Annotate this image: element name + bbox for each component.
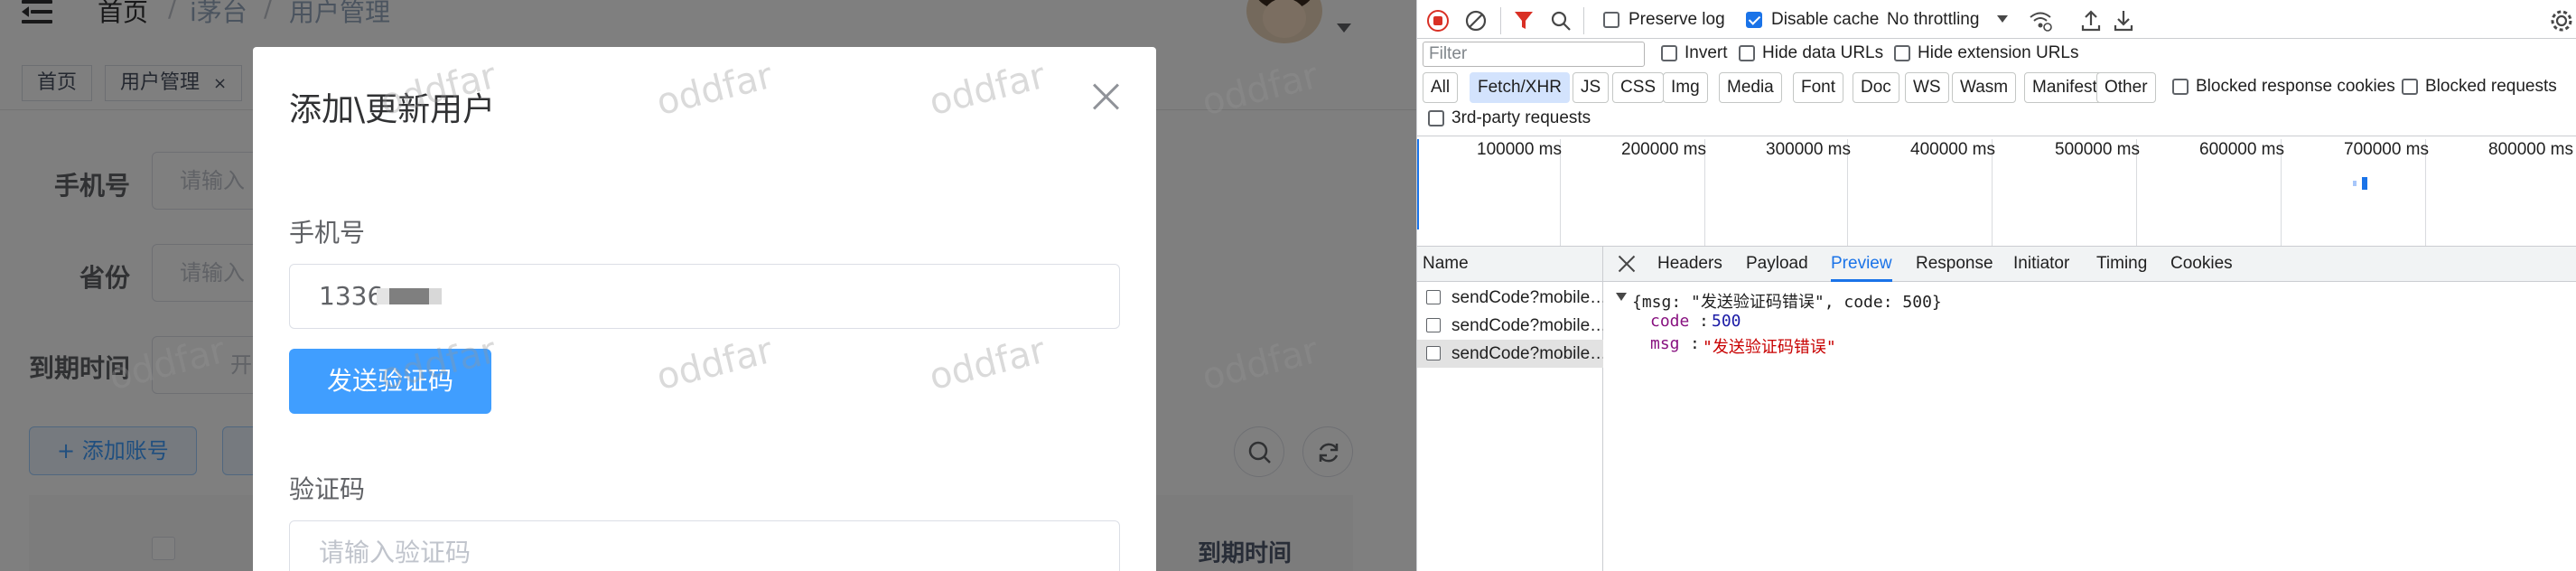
phone-value: 1336 [319,281,384,311]
disable-cache-label: Disable cache [1771,10,1880,29]
preserve-log-checkbox[interactable] [1603,12,1619,28]
timeline-request-bar [2353,181,2357,186]
hide-extension-urls-checkbox[interactable] [1894,45,1910,61]
type-filter-fetch-xhr[interactable]: Fetch/XHR [1470,72,1570,103]
import-har-icon[interactable] [2080,7,2102,33]
filter-icon[interactable] [1513,9,1535,33]
timeline-label: 100000 ms [1477,140,1563,159]
document-icon [1426,290,1441,304]
export-har-icon[interactable] [2113,7,2134,33]
request-list: Name sendCode?mobile… sendCode?mobile… s… [1417,246,1603,571]
search-icon[interactable] [1549,9,1573,33]
preserve-log-label: Preserve log [1629,10,1725,29]
document-icon [1426,346,1441,360]
tab-preview[interactable]: Preview [1831,246,1892,282]
add-update-user-dialog: 添加\更新用户 手机号 1336 发送验证码 验证码 请输入验证码 [253,47,1156,571]
redaction-block [377,288,389,304]
timeline-label: 700000 ms [2344,140,2430,159]
preview-summary[interactable]: {msg: "发送验证码错误", code: 500} [1632,289,1942,313]
timeline-selection-edge[interactable] [1417,139,1419,229]
type-filter-doc[interactable]: Doc [1853,72,1899,103]
close-icon[interactable] [1618,255,1636,273]
close-icon[interactable] [1093,83,1120,110]
tab-initiator[interactable]: Initiator [2013,246,2069,282]
gear-icon[interactable] [2548,7,2575,34]
request-name: sendCode?mobile… [1451,288,1603,307]
third-party-label: 3rd-party requests [1451,108,1591,127]
timeline-label: 600000 ms [2199,140,2285,159]
tab-payload[interactable]: Payload [1746,246,1808,282]
preview-code-key: code [1650,312,1690,331]
invert-label: Invert [1685,43,1728,62]
chevron-down-icon[interactable] [1997,15,2008,23]
third-party-checkbox[interactable] [1428,110,1444,126]
expand-triangle-icon[interactable] [1616,293,1627,301]
request-row[interactable]: sendCode?mobile… [1417,312,1603,340]
filter-input[interactable]: Filter [1423,42,1645,67]
type-filter-img[interactable]: Img [1663,72,1708,103]
blocked-cookies-checkbox[interactable] [2172,79,2189,95]
type-filter-font[interactable]: Font [1793,72,1844,103]
toolbar-divider [1500,7,1501,34]
preview-msg-value: "发送验证码错误" [1703,338,1836,357]
timeline-label: 200000 ms [1621,140,1707,159]
preview-colon: : [1699,312,1709,331]
disable-cache-checkbox[interactable] [1746,12,1762,28]
request-row-selected[interactable]: sendCode?mobile… [1417,340,1603,368]
phone-input[interactable]: 1336 [289,264,1120,329]
type-filter-js[interactable]: JS [1573,72,1610,103]
preview-msg-key: msg [1650,334,1680,353]
code-label: 验证码 [289,474,366,504]
network-conditions-icon[interactable] [2028,9,2053,33]
phone-label: 手机号 [289,218,366,248]
redaction-block [389,288,429,304]
blocked-requests-checkbox[interactable] [2402,79,2418,95]
type-filter-other[interactable]: Other [2096,72,2156,103]
blocked-requests-label: Blocked requests [2425,77,2557,96]
toolbar-divider [1583,7,1584,34]
timeline-label: 400000 ms [1910,140,1996,159]
record-stop-icon[interactable] [1426,9,1450,33]
toolbar-separator [1417,38,2576,39]
tab-headers[interactable]: Headers [1657,246,1722,282]
timeline-request-bar [2362,177,2367,190]
timeline-label: 800000 ms [2488,140,2574,159]
document-icon [1426,318,1441,332]
preview-code-value: 500 [1712,312,1741,331]
type-filter-wasm[interactable]: Wasm [1952,72,2017,103]
app-window: 首页 / i茅台 / 用户管理 首页 用户管理 × 手机号 请输入 省份 请输入… [0,0,1416,571]
hide-data-urls-label: Hide data URLs [1762,43,1884,62]
tab-timing[interactable]: Timing [2096,246,2147,282]
hide-data-urls-checkbox[interactable] [1739,45,1755,61]
devtools-network-panel: Preserve log Disable cache No throttling… [1416,0,2576,571]
type-filter-manifest[interactable]: Manifest [2024,72,2105,103]
blocked-cookies-label: Blocked response cookies [2196,77,2395,96]
code-input[interactable]: 请输入验证码 [289,520,1120,571]
name-column-header[interactable]: Name [1423,254,1469,274]
throttling-select[interactable]: No throttling [1887,10,1979,30]
timeline-label: 300000 ms [1766,140,1852,159]
request-name: sendCode?mobile… [1451,344,1603,363]
preview-colon: : [1690,334,1700,353]
tab-response[interactable]: Response [1916,246,1993,282]
clear-icon[interactable] [1464,9,1488,33]
request-row[interactable]: sendCode?mobile… [1417,284,1603,312]
redaction-block [429,288,442,304]
invert-checkbox[interactable] [1661,45,1677,61]
type-filter-ws[interactable]: WS [1905,72,1949,103]
hide-extension-urls-label: Hide extension URLs [1918,43,2079,62]
type-filter-all[interactable]: All [1423,72,1459,103]
request-name: sendCode?mobile… [1451,316,1603,335]
type-filter-media[interactable]: Media [1719,72,1782,103]
timeline-label: 500000 ms [2055,140,2141,159]
type-filter-css[interactable]: CSS [1612,72,1665,103]
tab-cookies[interactable]: Cookies [2170,246,2233,282]
